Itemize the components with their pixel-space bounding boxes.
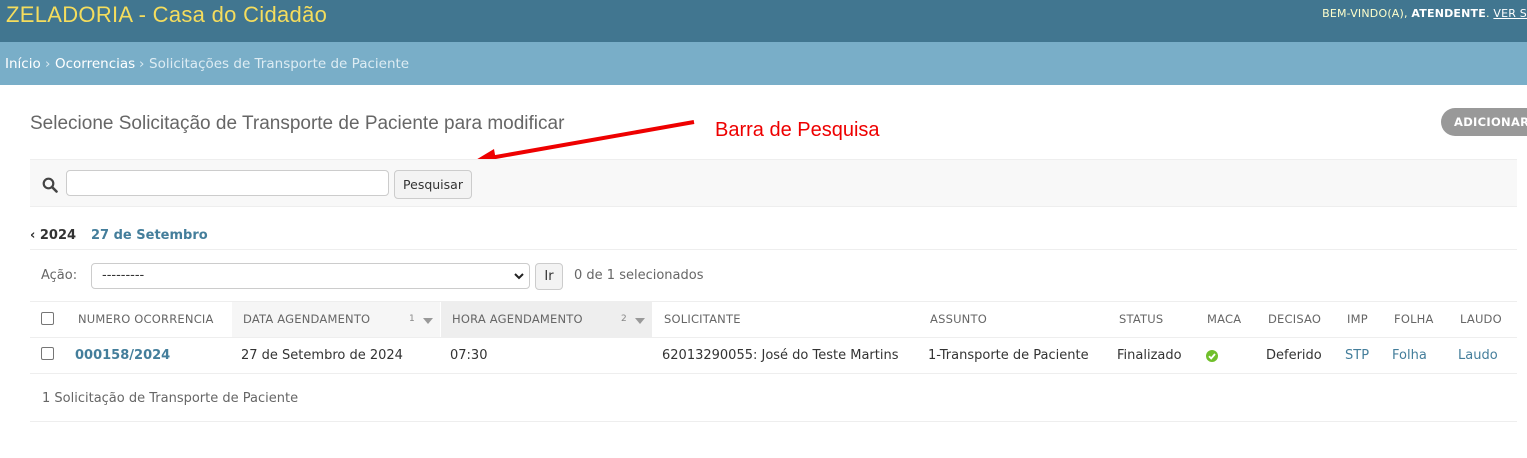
annotation-label: Barra de Pesquisa xyxy=(715,119,880,141)
column-header-solicitante[interactable]: SOLICITANTE xyxy=(664,302,741,337)
date-hierarchy-year-link[interactable]: ‹ 2024 xyxy=(30,228,76,243)
row-checkbox[interactable] xyxy=(41,347,54,360)
table-row: 000158/2024 27 de Setembro de 2024 07:30… xyxy=(30,338,1517,374)
chevron-down-icon xyxy=(514,273,524,280)
select-all-checkbox[interactable] xyxy=(41,312,54,325)
cell-data-agendamento: 27 de Setembro de 2024 xyxy=(241,348,403,363)
imp-link[interactable]: STP xyxy=(1345,348,1369,363)
action-go-button[interactable]: Ir xyxy=(535,263,563,290)
table-header: NUMERO OCORRENCIA DATA AGENDAMENTO 1 HOR… xyxy=(30,301,1517,338)
paginator: 1 Solicitação de Transporte de Paciente xyxy=(42,391,299,406)
folha-link[interactable]: Folha xyxy=(1392,348,1427,363)
search-button[interactable]: Pesquisar xyxy=(394,170,472,199)
column-header-laudo[interactable]: LAUDO xyxy=(1460,302,1502,337)
divider xyxy=(30,249,1517,250)
breadcrumb-separator: › xyxy=(45,56,51,72)
cell-status: Finalizado xyxy=(1117,348,1182,363)
cell-decisao: Deferido xyxy=(1266,348,1322,363)
column-header-decisao[interactable]: DECISAO xyxy=(1268,302,1321,337)
column-header-label: HORA AGENDAMENTO xyxy=(452,312,583,326)
breadcrumb: Início › Ocorrencias › Solicitações de T… xyxy=(0,42,1527,85)
action-select[interactable]: --------- xyxy=(91,263,530,289)
search-icon xyxy=(42,177,58,193)
cell-solicitante: 62013290055: José do Teste Martins xyxy=(662,348,899,363)
column-header-numero[interactable]: NUMERO OCORRENCIA xyxy=(78,302,231,337)
sort-descending-icon[interactable] xyxy=(423,318,433,324)
breadcrumb-home-link[interactable]: Início xyxy=(5,56,41,72)
column-header-imp[interactable]: IMP xyxy=(1347,302,1368,337)
column-header-folha[interactable]: FOLHA xyxy=(1394,302,1434,337)
user-tools: BEM-VINDO(A), ATENDENTE. VER S xyxy=(1322,7,1527,20)
column-header-hora-agendamento[interactable]: HORA AGENDAMENTO 2 xyxy=(441,302,652,337)
cell-hora-agendamento: 07:30 xyxy=(450,348,488,363)
ocorrencia-link[interactable]: 000158/2024 xyxy=(75,348,170,363)
actions-label: Ação: xyxy=(41,268,78,283)
column-header-maca[interactable]: MACA xyxy=(1207,302,1241,337)
sort-priority[interactable]: 1 xyxy=(409,302,415,337)
add-button[interactable]: ADICIONAR xyxy=(1441,108,1527,136)
site-header: ZELADORIA - Casa do Cidadão BEM-VINDO(A)… xyxy=(0,0,1527,42)
divider xyxy=(30,421,1517,422)
search-toolbar: Pesquisar xyxy=(30,159,1517,207)
action-select-value: --------- xyxy=(102,268,145,283)
cell-assunto: 1-Transporte de Paciente xyxy=(928,348,1089,363)
site-brand[interactable]: ZELADORIA - Casa do Cidadão xyxy=(6,2,327,28)
laudo-link[interactable]: Laudo xyxy=(1458,348,1498,363)
breadcrumb-current: Solicitações de Transporte de Paciente xyxy=(149,56,410,72)
column-header-label: DATA AGENDAMENTO xyxy=(243,312,371,326)
welcome-text: BEM-VINDO(A), xyxy=(1322,7,1412,20)
date-hierarchy-month[interactable]: 27 de Setembro xyxy=(91,228,208,243)
sort-priority[interactable]: 2 xyxy=(621,302,627,337)
check-circle-icon xyxy=(1206,350,1218,362)
username: ATENDENTE xyxy=(1411,7,1486,20)
column-header-assunto[interactable]: ASSUNTO xyxy=(930,302,987,337)
column-header-data-agendamento[interactable]: DATA AGENDAMENTO 1 xyxy=(232,302,440,337)
sort-descending-icon[interactable] xyxy=(635,318,645,324)
breadcrumb-separator: › xyxy=(139,56,145,72)
breadcrumb-section-link[interactable]: Ocorrencias xyxy=(55,56,135,72)
column-header-status[interactable]: STATUS xyxy=(1119,302,1163,337)
page-title: Selecione Solicitação de Transporte de P… xyxy=(30,113,565,134)
search-input[interactable] xyxy=(66,170,389,196)
view-site-link[interactable]: VER S xyxy=(1493,7,1527,20)
selection-counter: 0 de 1 selecionados xyxy=(574,268,704,283)
